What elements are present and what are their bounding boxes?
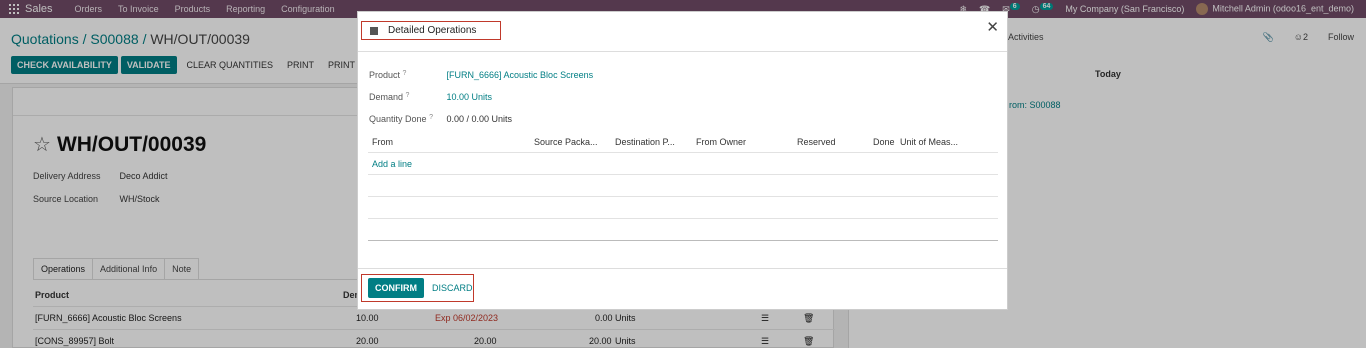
column-source-package[interactable]: Source Packa... bbox=[534, 137, 598, 147]
footer-buttons: CONFIRM DISCARD bbox=[361, 274, 474, 302]
column-uom[interactable]: Unit of Meas... bbox=[900, 137, 958, 147]
detailed-operations-dialog: Detailed Operations ✕ Product ? [FURN_66… bbox=[357, 11, 1008, 310]
table-row bbox=[368, 219, 998, 241]
column-destination-package[interactable]: Destination P... bbox=[615, 137, 675, 147]
table-row bbox=[368, 175, 998, 197]
demand-value: 10.00 Units bbox=[446, 92, 493, 102]
column-reserved[interactable]: Reserved bbox=[797, 137, 836, 147]
move-lines-table: From Source Packa... Destination P... Fr… bbox=[368, 131, 998, 241]
column-done[interactable]: Done bbox=[873, 137, 895, 147]
demand-field: Demand ? 10.00 Units bbox=[369, 92, 492, 102]
help-icon[interactable]: ? bbox=[406, 92, 410, 99]
quantity-done-value: 0.00 / 0.00 Units bbox=[446, 114, 513, 124]
table-row: Add a line bbox=[368, 153, 998, 175]
column-from[interactable]: From bbox=[372, 137, 393, 147]
add-line-button[interactable]: Add a line bbox=[372, 159, 412, 169]
modal-title: Detailed Operations bbox=[361, 21, 501, 40]
help-icon[interactable]: ? bbox=[403, 70, 407, 77]
demand-label: Demand ? bbox=[369, 92, 410, 102]
confirm-button[interactable]: CONFIRM bbox=[368, 278, 424, 298]
product-value[interactable]: [FURN_6666] Acoustic Bloc Screens bbox=[447, 70, 594, 80]
help-icon[interactable]: ? bbox=[429, 114, 433, 121]
column-from-owner[interactable]: From Owner bbox=[696, 137, 746, 147]
product-label: Product ? bbox=[369, 70, 407, 80]
gift-icon bbox=[370, 26, 378, 35]
product-field: Product ? [FURN_6666] Acoustic Bloc Scre… bbox=[369, 70, 593, 80]
modal-title-text: Detailed Operations bbox=[388, 25, 477, 36]
quantity-done-label: Quantity Done ? bbox=[369, 114, 433, 124]
modal-header: Detailed Operations ✕ bbox=[358, 12, 1007, 52]
table-row bbox=[368, 197, 998, 219]
modal-footer: CONFIRM DISCARD bbox=[358, 268, 1007, 310]
discard-button[interactable]: DISCARD bbox=[432, 283, 473, 293]
close-icon[interactable]: ✕ bbox=[986, 20, 999, 35]
table-header: From Source Packa... Destination P... Fr… bbox=[368, 131, 998, 153]
quantity-done-field: Quantity Done ? 0.00 / 0.00 Units bbox=[369, 114, 512, 124]
